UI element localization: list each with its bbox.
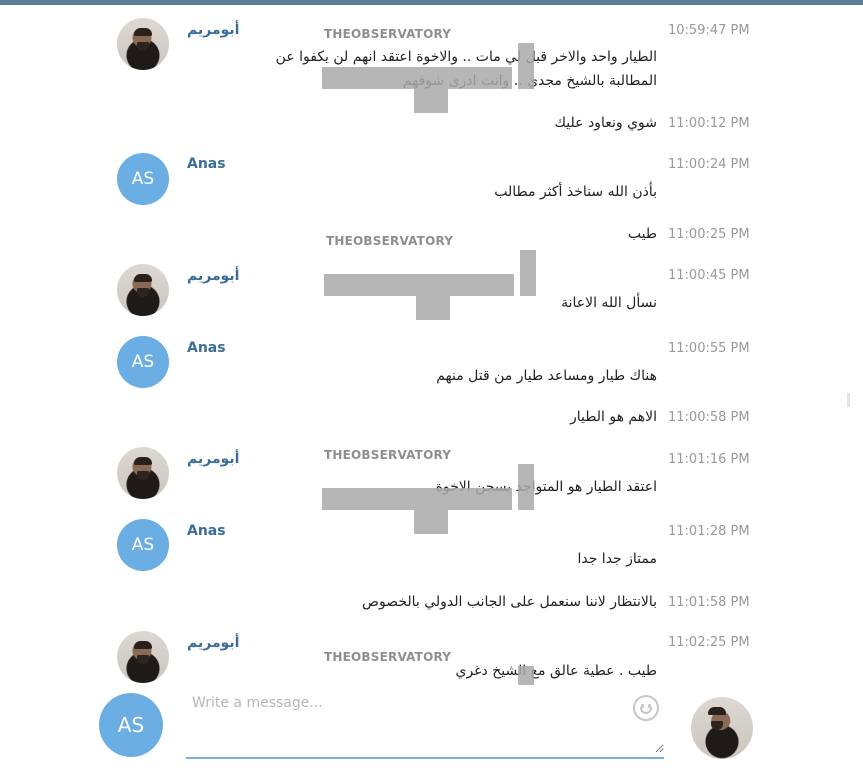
sender-avatar[interactable] (117, 18, 169, 70)
sender-name[interactable]: أبومريم (187, 635, 239, 651)
input-underline (186, 757, 664, 759)
message-time: 11:00:55 PM (668, 341, 750, 356)
sender-avatar[interactable]: AS (117, 336, 169, 388)
watermark-logo (322, 464, 542, 534)
message-text: طيب (627, 226, 657, 242)
message-text: شوي ونعاود عليك (554, 115, 657, 131)
watermark-text: THEOBSERVATORY (326, 234, 454, 248)
sender-name[interactable]: Anas (187, 523, 226, 539)
watermark-logo (324, 250, 544, 320)
message-time: 11:00:24 PM (668, 157, 750, 172)
message-time: 11:00:25 PM (668, 227, 750, 242)
scrollbar-thumb[interactable] (847, 393, 850, 407)
message-history[interactable]: أبومريم 10:59:47 PM الطيار واحد والاخر ق… (0, 5, 863, 736)
message-text: اعتقد الطيار هو المتواجد بسجن الاخوة (435, 479, 657, 495)
sender-avatar[interactable]: AS (117, 153, 169, 205)
message-text: بأذن الله سناخذ أكثر مطالب (494, 184, 657, 200)
smiley-icon[interactable] (633, 695, 659, 721)
message-time: 11:01:16 PM (668, 452, 750, 467)
sender-name[interactable]: Anas (187, 340, 226, 356)
message-time: 11:00:45 PM (668, 268, 750, 283)
message-text: الطيار واحد والاخر قبل لي مات .. والاخوة… (275, 49, 657, 65)
sender-avatar[interactable] (117, 447, 169, 499)
message-time: 11:00:58 PM (668, 410, 750, 425)
watermark-text: THEOBSERVATORY (324, 448, 452, 462)
message-text: بالانتظار لاننا سنعمل على الجانب الدولي … (362, 594, 657, 610)
message-text: نسأل الله الاعانة (561, 295, 657, 311)
message-text: ممتاز جدا جدا (577, 551, 657, 567)
message-text: المطالبة بالشيخ مجدي .. وانت ادرى شوفهم (402, 73, 657, 89)
message-input[interactable] (186, 693, 664, 753)
message-time: 11:01:28 PM (668, 524, 750, 539)
watermark-text: THEOBSERVATORY (324, 650, 452, 664)
peer-avatar[interactable] (691, 697, 753, 759)
watermark-text: THEOBSERVATORY (324, 27, 452, 41)
message-time: 11:01:58 PM (668, 595, 750, 610)
sender-name[interactable]: أبومريم (187, 268, 239, 284)
observatory-watermark: THEOBSERVATORY (324, 234, 548, 324)
message-time: 11:00:12 PM (668, 116, 750, 131)
sender-name[interactable]: أبومريم (187, 451, 239, 467)
message-time: 11:02:25 PM (668, 635, 750, 650)
message-text: هناك طيار ومساعد طيار من قتل منهم (436, 368, 657, 384)
message-text: الاهم هو الطيار (570, 409, 657, 425)
my-avatar[interactable]: AS (99, 693, 163, 757)
sender-name[interactable]: Anas (187, 156, 226, 172)
message-text: طيب . عطية عالق مع الشيخ دغري (455, 663, 658, 679)
message-time: 10:59:47 PM (668, 23, 750, 38)
composer: AS (0, 685, 863, 772)
sender-avatar[interactable] (117, 264, 169, 316)
sender-avatar[interactable] (117, 631, 169, 683)
sender-name[interactable]: أبومريم (187, 22, 239, 38)
sender-avatar[interactable]: AS (117, 519, 169, 571)
